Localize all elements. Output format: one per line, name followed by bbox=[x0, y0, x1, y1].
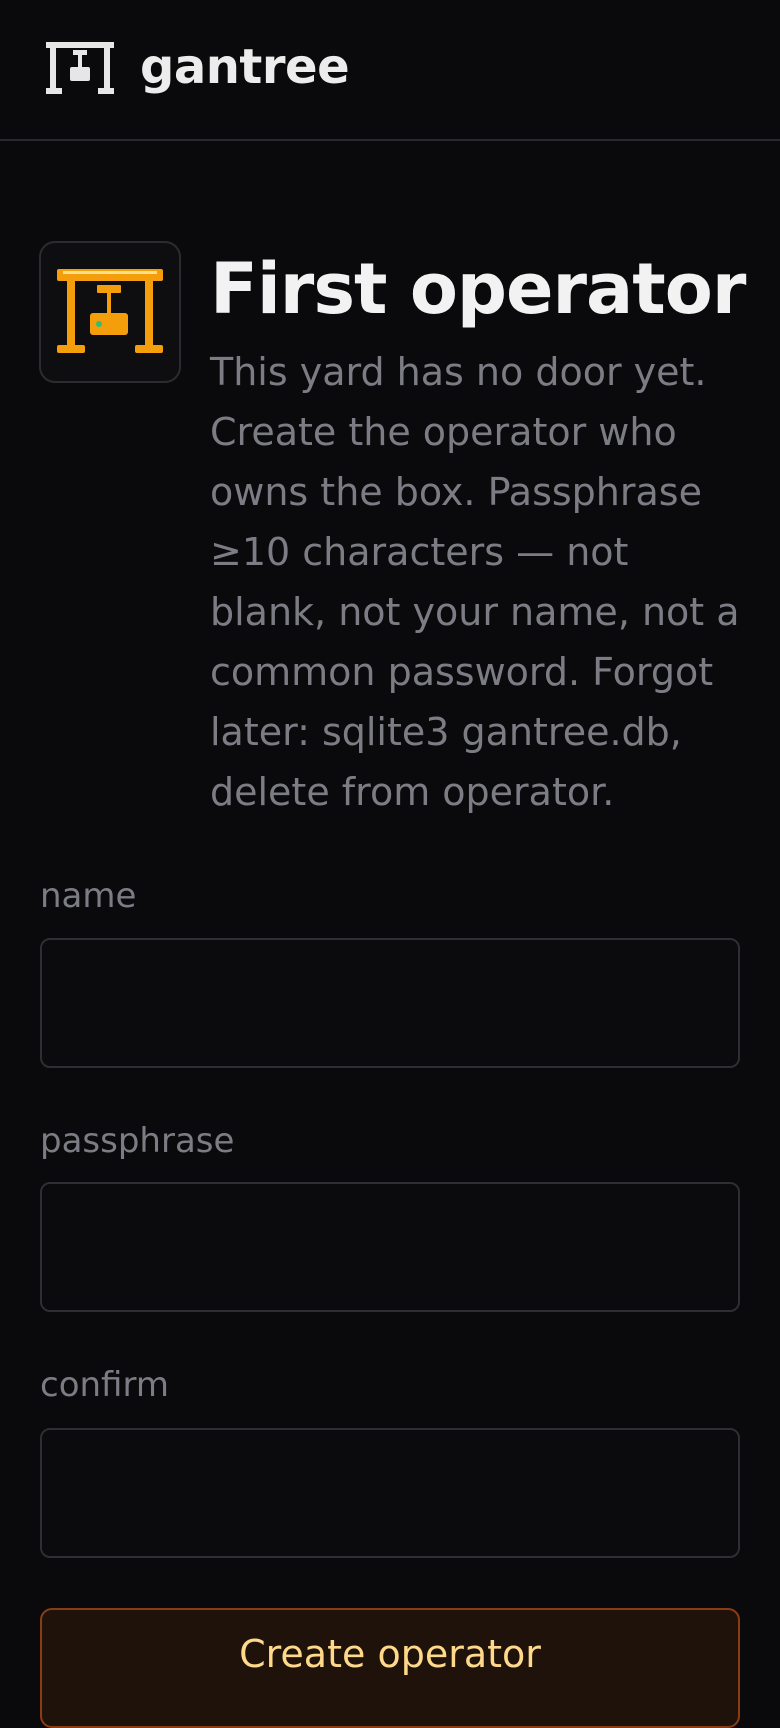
create-operator-button-label: Create operator bbox=[239, 1632, 541, 1676]
passphrase-field[interactable] bbox=[40, 1182, 740, 1312]
name-label: name bbox=[40, 876, 137, 916]
brand-name[interactable]: gantree bbox=[140, 38, 350, 96]
gantry-crane-icon[interactable] bbox=[46, 42, 114, 94]
top-bar: gantree bbox=[0, 0, 780, 141]
gantry-crane-icon bbox=[39, 241, 181, 383]
create-operator-button[interactable]: Create operator bbox=[40, 1608, 740, 1728]
passphrase-label: passphrase bbox=[40, 1121, 235, 1161]
name-field[interactable] bbox=[40, 938, 740, 1068]
confirm-label: confirm bbox=[40, 1365, 169, 1405]
confirm-field[interactable] bbox=[40, 1428, 740, 1558]
page-description: This yard has no door yet. Create the op… bbox=[210, 350, 740, 814]
page-title: First operator bbox=[210, 248, 746, 330]
